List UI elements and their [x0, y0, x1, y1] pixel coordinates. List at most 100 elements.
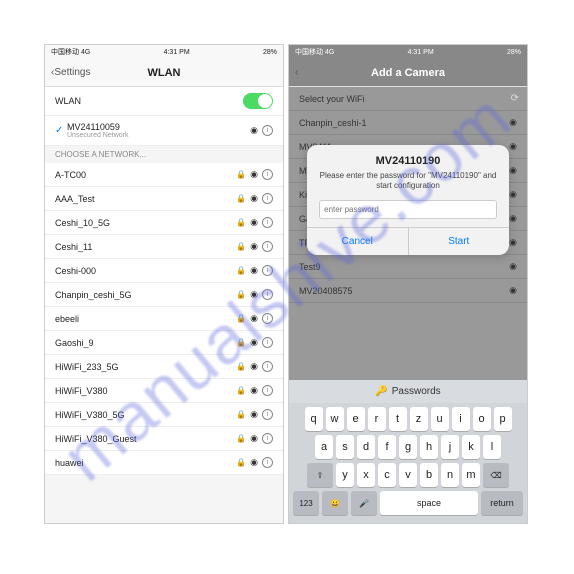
key-f[interactable]: f: [378, 435, 396, 459]
start-button[interactable]: Start: [409, 228, 510, 255]
wifi-row[interactable]: Test9◉: [289, 255, 527, 279]
wifi-icon: ◉: [250, 409, 258, 420]
info-icon[interactable]: i: [262, 313, 273, 324]
key-x[interactable]: x: [357, 463, 375, 487]
connected-network-row[interactable]: ✓ MV24110059 Unsecured Network ◉ i: [45, 116, 283, 146]
carrier-label: 中国移动 4G: [295, 47, 334, 57]
key-o[interactable]: o: [473, 407, 491, 431]
wlan-label: WLAN: [55, 96, 243, 106]
network-row[interactable]: ebeeli🔒◉i: [45, 307, 283, 331]
key-emoji[interactable]: 😀: [322, 491, 348, 515]
wifi-ssid: MV20408575: [299, 286, 509, 296]
key-y[interactable]: y: [336, 463, 354, 487]
nav-bar: ‹ Add a Camera: [289, 59, 527, 87]
network-row[interactable]: HiWiFi_V380🔒◉i: [45, 379, 283, 403]
info-icon[interactable]: i: [262, 385, 273, 396]
network-row[interactable]: Gaoshi_9🔒◉i: [45, 331, 283, 355]
network-row[interactable]: huawei🔒◉i: [45, 451, 283, 475]
password-modal: MV24110190 Please enter the password for…: [307, 145, 509, 255]
wlan-toggle-row[interactable]: WLAN: [45, 87, 283, 116]
passwords-bar[interactable]: 🔑 Passwords: [289, 380, 527, 403]
info-icon[interactable]: i: [262, 241, 273, 252]
network-row[interactable]: A-TC00🔒◉i: [45, 163, 283, 187]
key-b[interactable]: b: [420, 463, 438, 487]
key-r[interactable]: r: [368, 407, 386, 431]
key-l[interactable]: l: [483, 435, 501, 459]
key-d[interactable]: d: [357, 435, 375, 459]
info-icon[interactable]: i: [262, 337, 273, 348]
lock-icon: 🔒: [236, 338, 246, 347]
key-m[interactable]: m: [462, 463, 480, 487]
key-123[interactable]: 123: [293, 491, 319, 515]
wifi-icon: ◉: [509, 117, 517, 128]
network-row[interactable]: HiWiFi_V380_5G🔒◉i: [45, 403, 283, 427]
key-mic[interactable]: 🎤: [351, 491, 377, 515]
info-icon[interactable]: i: [262, 193, 273, 204]
refresh-icon[interactable]: ⟳: [511, 93, 519, 104]
network-row[interactable]: Ceshi-000🔒◉i: [45, 259, 283, 283]
key-e[interactable]: e: [347, 407, 365, 431]
info-icon[interactable]: i: [262, 409, 273, 420]
wlan-toggle[interactable]: [243, 93, 273, 109]
network-row[interactable]: Chanpin_ceshi_5G🔒◉i: [45, 283, 283, 307]
key-j[interactable]: j: [441, 435, 459, 459]
back-label: Settings: [54, 67, 90, 78]
cancel-button[interactable]: Cancel: [307, 228, 409, 255]
key-t[interactable]: t: [389, 407, 407, 431]
key-icon: 🔑: [375, 386, 387, 397]
password-input[interactable]: [319, 200, 497, 219]
choose-network-header: CHOOSE A NETWORK...: [45, 146, 283, 163]
key-v[interactable]: v: [399, 463, 417, 487]
network-ssid: Ceshi_11: [55, 242, 236, 252]
key-c[interactable]: c: [378, 463, 396, 487]
wifi-icon: ◉: [250, 457, 258, 468]
key-n[interactable]: n: [441, 463, 459, 487]
wifi-icon: ◉: [250, 265, 258, 276]
key-g[interactable]: g: [399, 435, 417, 459]
phone-right-add-camera: 中国移动 4G 4:31 PM 28% ‹ Add a Camera Selec…: [288, 44, 528, 524]
key-s[interactable]: s: [336, 435, 354, 459]
wifi-icon: ◉: [250, 125, 258, 136]
wifi-icon: ◉: [250, 169, 258, 180]
network-row[interactable]: Ceshi_11🔒◉i: [45, 235, 283, 259]
info-icon[interactable]: i: [262, 169, 273, 180]
key-space[interactable]: space: [380, 491, 478, 515]
network-row[interactable]: HiWiFi_V380_Guest🔒◉i: [45, 427, 283, 451]
key-q[interactable]: q: [305, 407, 323, 431]
battery-label: 28%: [263, 49, 277, 56]
wifi-row[interactable]: MV20408575◉: [289, 279, 527, 303]
key-w[interactable]: w: [326, 407, 344, 431]
info-icon[interactable]: i: [262, 457, 273, 468]
key-z[interactable]: z: [410, 407, 428, 431]
wifi-row[interactable]: Chanpin_ceshi-1◉: [289, 111, 527, 135]
back-button[interactable]: ‹ Settings: [51, 67, 90, 78]
network-ssid: Chanpin_ceshi_5G: [55, 290, 236, 300]
key-return[interactable]: return: [481, 491, 523, 515]
key-shift[interactable]: ⇧: [307, 463, 333, 487]
info-icon[interactable]: i: [262, 217, 273, 228]
info-icon[interactable]: i: [262, 361, 273, 372]
wifi-icon: ◉: [509, 285, 517, 296]
network-row[interactable]: AAA_Test🔒◉i: [45, 187, 283, 211]
key-p[interactable]: p: [494, 407, 512, 431]
info-icon[interactable]: i: [262, 265, 273, 276]
time-label: 4:31 PM: [164, 49, 190, 56]
key-k[interactable]: k: [462, 435, 480, 459]
info-icon[interactable]: i: [262, 433, 273, 444]
network-ssid: Gaoshi_9: [55, 338, 236, 348]
key-i[interactable]: i: [452, 407, 470, 431]
key-h[interactable]: h: [420, 435, 438, 459]
key-u[interactable]: u: [431, 407, 449, 431]
network-row[interactable]: Ceshi_10_5G🔒◉i: [45, 211, 283, 235]
wifi-icon: ◉: [509, 261, 517, 272]
wifi-icon: ◉: [250, 313, 258, 324]
network-row[interactable]: HiWiFi_233_5G🔒◉i: [45, 355, 283, 379]
key-a[interactable]: a: [315, 435, 333, 459]
connected-note: Unsecured Network: [67, 132, 250, 139]
key-delete[interactable]: ⌫: [483, 463, 509, 487]
back-button[interactable]: ‹: [295, 67, 298, 78]
info-icon[interactable]: i: [262, 289, 273, 300]
chevron-left-icon: ‹: [295, 67, 298, 78]
info-icon[interactable]: i: [262, 125, 273, 136]
network-ssid: Ceshi-000: [55, 266, 236, 276]
